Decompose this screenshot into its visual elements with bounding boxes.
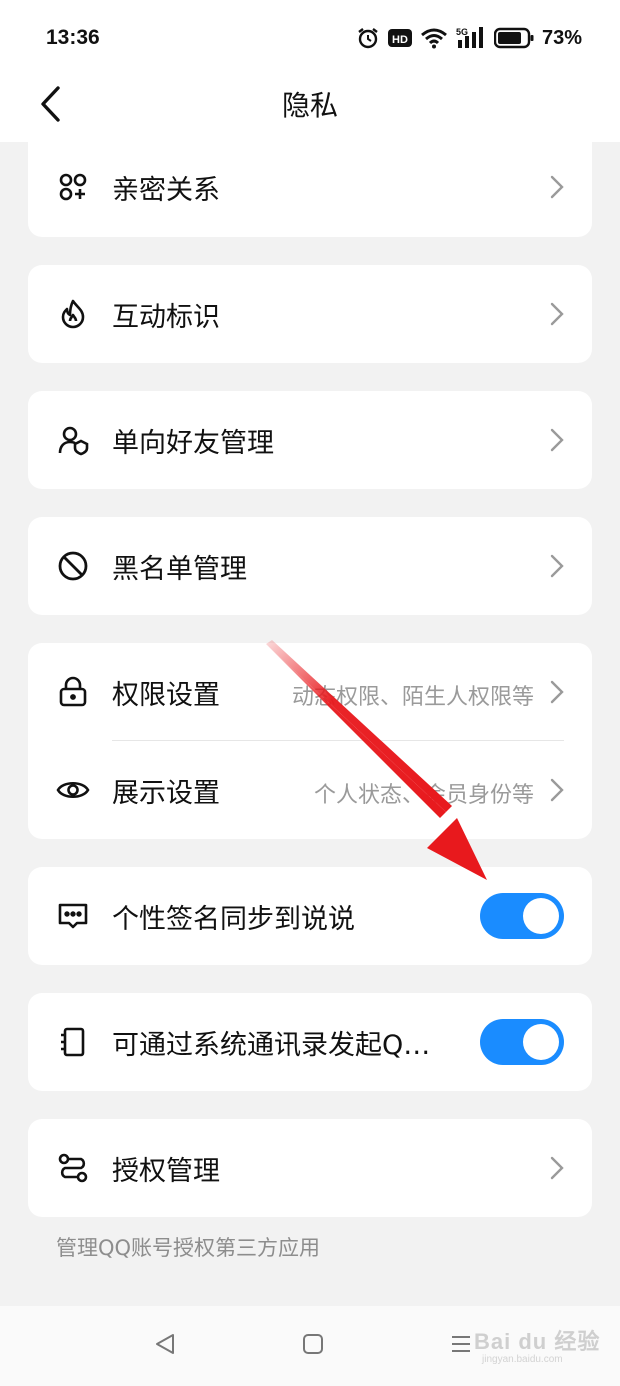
- settings-row-permission[interactable]: 权限设置 动态权限、陌生人权限等: [28, 643, 592, 741]
- row-label: 互动标识: [112, 302, 220, 333]
- route-icon: [56, 1151, 90, 1185]
- row-subtitle: 个人状态、会员身份等: [313, 783, 534, 808]
- chevron-right-icon: [550, 680, 564, 704]
- status-icons: HD 5G 73%: [356, 24, 582, 52]
- chevron-right-icon: [550, 302, 564, 326]
- row-label: 单向好友管理: [112, 428, 274, 459]
- toggle-knob: [523, 1024, 559, 1060]
- settings-row-oneway[interactable]: 单向好友管理: [28, 391, 592, 489]
- card-intimate: 亲密关系: [28, 142, 592, 237]
- battery-icon: [493, 27, 534, 49]
- chevron-right-icon: [550, 1156, 564, 1180]
- network-label: 5G: [456, 27, 468, 37]
- row-label: 权限设置: [112, 680, 220, 711]
- chevron-right-icon: [550, 428, 564, 452]
- status-bar: 13:36 HD 5G 73%: [0, 0, 620, 76]
- card-auth: 授权管理: [28, 1119, 592, 1217]
- nav-back-icon[interactable]: [154, 1332, 176, 1356]
- card-blacklist: 黑名单管理: [28, 517, 592, 615]
- settings-row-signature: 个性签名同步到说说: [28, 867, 592, 965]
- auth-footnote: 管理QQ账号授权第三方应用: [56, 1236, 321, 1260]
- 5g-signal-icon: 5G: [456, 27, 483, 48]
- page-title: 隐私: [281, 89, 338, 122]
- card-permission-display: 权限设置 动态权限、陌生人权限等 展示设置 个人状态、会员身份等: [28, 643, 592, 839]
- watermark: Bai du 经验: [474, 1329, 601, 1354]
- row-label: 亲密关系: [112, 175, 220, 206]
- nav-menu-icon[interactable]: [450, 1332, 472, 1356]
- settings-row-intimate[interactable]: 亲密关系: [28, 138, 592, 236]
- contact-book-icon: [56, 1025, 90, 1059]
- settings-row-display[interactable]: 展示设置 个人状态、会员身份等: [28, 741, 592, 839]
- alarm-icon: [358, 28, 378, 49]
- row-label: 黑名单管理: [112, 554, 247, 585]
- row-label: 展示设置: [112, 778, 220, 809]
- settings-row-contacts: 可通过系统通讯录发起Q…: [28, 993, 592, 1091]
- card-contacts: 可通过系统通讯录发起Q…: [28, 993, 592, 1091]
- flame-icon: [56, 297, 90, 331]
- intimate-relation-icon: [56, 170, 90, 204]
- card-interaction: 互动标识: [28, 265, 592, 363]
- settings-row-auth[interactable]: 授权管理: [28, 1119, 592, 1217]
- wifi-icon: [421, 28, 447, 49]
- eye-icon: [56, 773, 90, 807]
- watermark-url: jingyan.baidu.com: [482, 1354, 563, 1365]
- system-nav-bar: Bai du 经验 jingyan.baidu.com: [0, 1306, 620, 1386]
- contacts-toggle[interactable]: [480, 1019, 564, 1065]
- settings-row-interaction[interactable]: 互动标识: [28, 265, 592, 363]
- chevron-right-icon: [550, 554, 564, 578]
- nav-home-icon[interactable]: [302, 1332, 324, 1356]
- block-icon: [56, 549, 90, 583]
- row-label: 授权管理: [112, 1156, 220, 1187]
- hd-icon: HD: [387, 29, 412, 47]
- chevron-right-icon: [550, 175, 564, 199]
- row-label: 可通过系统通讯录发起Q…: [112, 1030, 431, 1061]
- chevron-right-icon: [550, 778, 564, 802]
- battery-percent: 73%: [541, 26, 582, 49]
- lock-icon: [56, 675, 90, 709]
- card-oneway: 单向好友管理: [28, 391, 592, 489]
- header: 隐私: [0, 76, 620, 142]
- toggle-knob: [523, 898, 559, 934]
- row-subtitle: 动态权限、陌生人权限等: [291, 685, 534, 710]
- card-signature: 个性签名同步到说说: [28, 867, 592, 965]
- signature-toggle[interactable]: [480, 893, 564, 939]
- settings-row-blacklist[interactable]: 黑名单管理: [28, 517, 592, 615]
- row-label: 个性签名同步到说说: [112, 904, 355, 935]
- hd-label: HD: [392, 34, 408, 46]
- status-time: 13:36: [46, 26, 100, 49]
- message-icon: [56, 899, 90, 933]
- user-shield-icon: [56, 423, 90, 457]
